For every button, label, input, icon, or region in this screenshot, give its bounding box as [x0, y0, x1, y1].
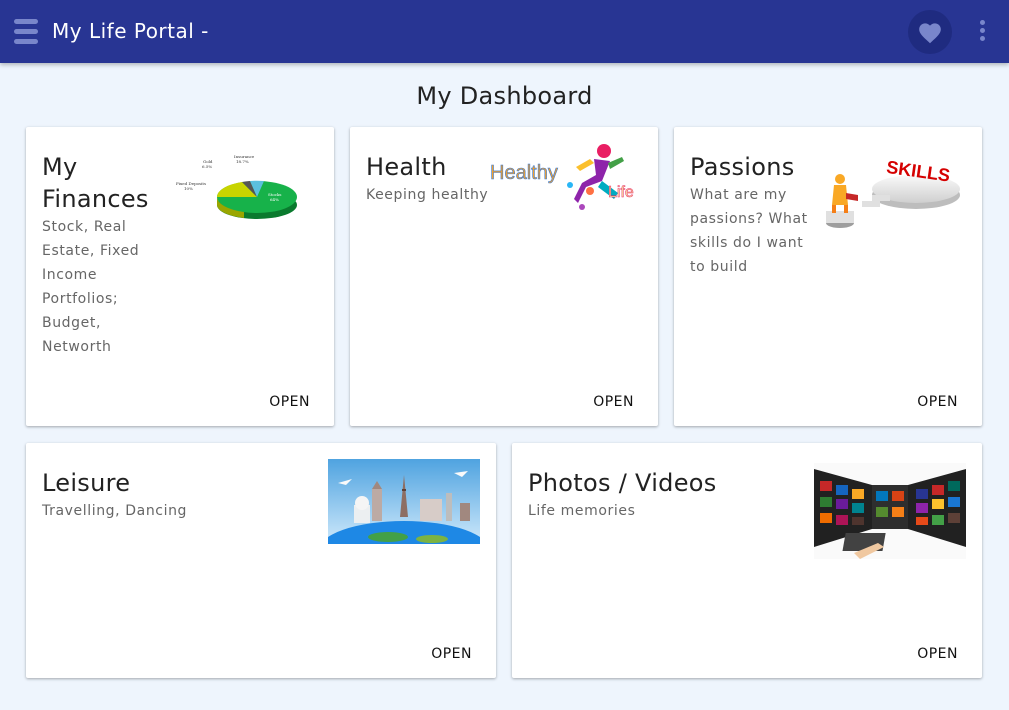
card-title: My Finances [42, 153, 149, 213]
finances-card: My Finances Stock, Real Estate, Fixed In… [26, 127, 334, 426]
card-title: Leisure [42, 469, 131, 497]
healthy-text: Healthy [490, 162, 558, 184]
chart-label-stocks-pct: 64% [270, 197, 279, 202]
chart-label-insurance-pct: 18.7% [236, 159, 249, 164]
card-subtitle: Travelling, Dancing [42, 503, 188, 519]
travel-landmarks-image [328, 459, 480, 544]
passions-card: Passions What are my passions? What skil… [674, 127, 982, 426]
app-bar: My Life Portal - [0, 0, 1009, 63]
app-title: My Life Portal - [52, 19, 209, 43]
open-photos-videos-button[interactable]: OPEN [917, 646, 958, 662]
media-wall-image [814, 463, 966, 559]
card-subtitle: Keeping healthy [366, 187, 489, 203]
life-text: Life [608, 184, 634, 201]
healthy-life-image: Healthy Life [490, 144, 634, 210]
skills-image: SKILLS [826, 157, 960, 228]
open-health-button[interactable]: OPEN [593, 394, 634, 410]
card-subtitle: Life memories [528, 503, 636, 519]
card-title: Photos / Videos [528, 469, 717, 497]
card-title: Passions [690, 153, 795, 181]
card-subtitle: What are my passions? What skills do I w… [690, 187, 808, 275]
more-vert-icon[interactable] [972, 20, 992, 44]
chart-label-gold-pct: 6.5% [202, 164, 212, 169]
page-title: My Dashboard [416, 82, 593, 110]
card-subtitle: Stock, Real Estate, Fixed Income Portfol… [42, 219, 140, 355]
favorite-button[interactable] [908, 10, 952, 54]
leisure-card: Leisure Travelling, Dancing OPEN [26, 443, 496, 678]
health-card: Health Keeping healthy Healthy Life OPEN [350, 127, 658, 426]
open-passions-button[interactable]: OPEN [917, 394, 958, 410]
open-finances-button[interactable]: OPEN [269, 394, 310, 410]
photos-videos-card: Photos / Videos Life memories OPEN [512, 443, 982, 678]
card-title: Health [366, 153, 447, 181]
finance-pie-chart-image: Stocks 64% Fixed Deposits 10% Gold 6.5% … [176, 154, 297, 219]
hamburger-menu-icon[interactable] [14, 19, 38, 45]
open-leisure-button[interactable]: OPEN [431, 646, 472, 662]
chart-label-fixed-pct: 10% [184, 186, 193, 191]
heart-icon [919, 23, 941, 44]
